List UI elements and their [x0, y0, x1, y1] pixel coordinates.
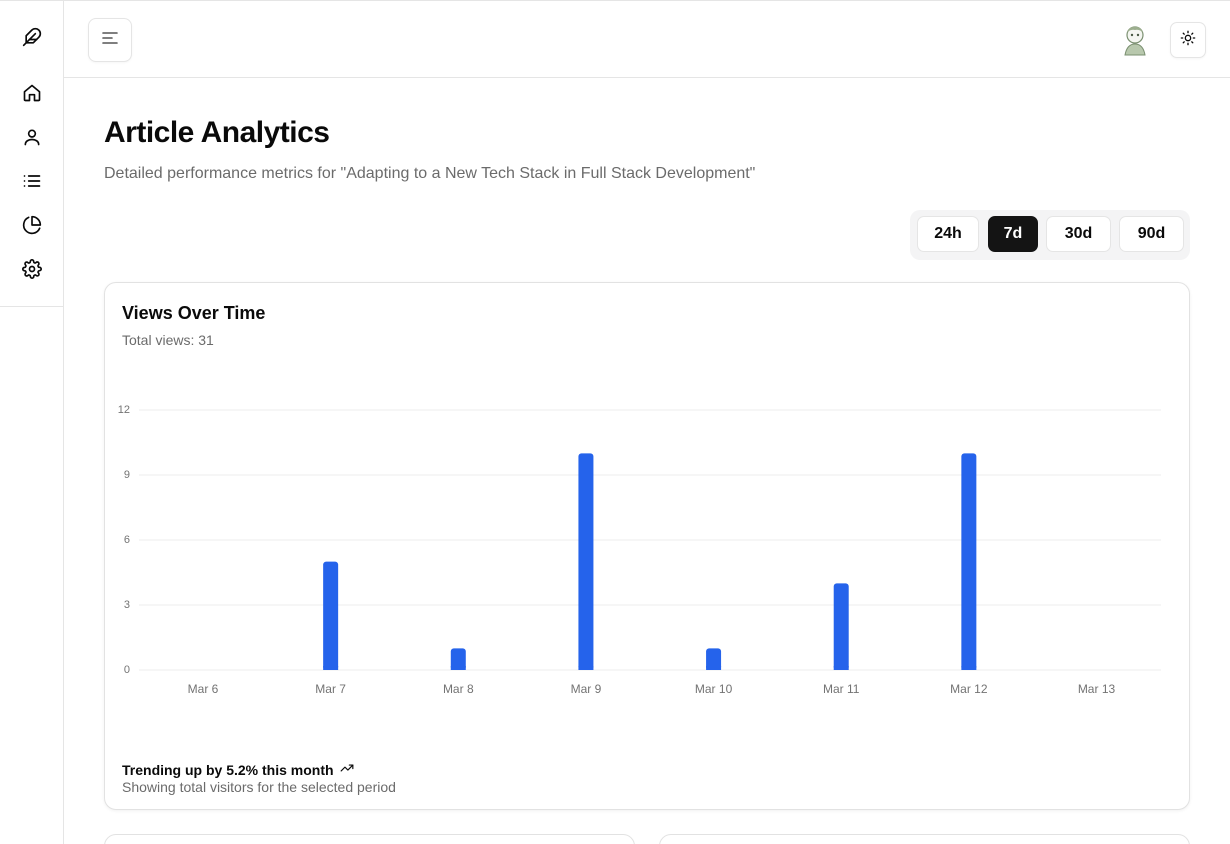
sun-icon [1180, 30, 1196, 51]
x-tick-label: Mar 12 [950, 682, 988, 696]
gear-icon[interactable] [20, 257, 44, 281]
bar-base [706, 666, 722, 670]
x-tick-label: Mar 10 [695, 682, 733, 696]
bar-base [578, 666, 594, 670]
feather-logo-icon[interactable] [20, 25, 44, 49]
secondary-card-left [104, 834, 635, 844]
bar-mar-9[interactable] [578, 453, 594, 670]
views-bar-chart: 0 3 6 9 12 Mar 6 Mar 7 Mar 8 Mar 9 Mar 10 Mar 11 Ma… [118, 404, 1161, 696]
time-range-selector: 24h 7d 30d 90d [910, 210, 1190, 260]
user-icon[interactable] [20, 125, 44, 149]
bar-mar-12[interactable] [961, 453, 977, 670]
page-subtitle: Detailed performance metrics for "Adapti… [104, 165, 756, 182]
trending-up-icon [340, 761, 354, 778]
bar-mar-7[interactable] [323, 561, 339, 670]
sidebar [0, 0, 64, 844]
range-30d-button[interactable]: 30d [1046, 216, 1111, 252]
sidebar-nav [0, 1, 63, 307]
pie-chart-icon[interactable] [20, 213, 44, 237]
avatar[interactable] [1120, 23, 1150, 57]
range-24h-button[interactable]: 24h [917, 216, 979, 252]
list-icon[interactable] [20, 169, 44, 193]
bar-base [323, 666, 339, 670]
y-tick-label: 9 [124, 469, 130, 481]
top-bar [64, 0, 1230, 78]
x-tick-label: Mar 9 [571, 682, 602, 696]
menu-icon [102, 31, 118, 50]
x-tick-label: Mar 6 [188, 682, 219, 696]
home-icon[interactable] [20, 81, 44, 105]
theme-toggle-button[interactable] [1170, 22, 1206, 58]
trend-summary: Trending up by 5.2% this month [122, 761, 354, 778]
y-tick-label: 3 [124, 599, 130, 611]
y-tick-label: 12 [118, 404, 130, 416]
y-tick-label: 6 [124, 534, 130, 546]
bar-base [833, 666, 849, 670]
bar-base [450, 666, 466, 670]
x-tick-label: Mar 11 [823, 682, 860, 696]
views-over-time-card: Views Over Time Total views: 31 0 3 6 9 12 Ma… [104, 282, 1190, 810]
bar-mar-11[interactable] [833, 583, 849, 670]
x-tick-label: Mar 7 [315, 682, 346, 696]
page-title: Article Analytics [104, 116, 330, 149]
footer-description: Showing total visitors for the selected … [122, 779, 396, 795]
x-tick-label: Mar 13 [1078, 682, 1116, 696]
y-tick-label: 0 [124, 664, 130, 676]
secondary-card-right [659, 834, 1190, 844]
menu-toggle-button[interactable] [88, 18, 132, 62]
trend-text: Trending up by 5.2% this month [122, 761, 334, 778]
bar-base [961, 666, 977, 670]
range-90d-button[interactable]: 90d [1119, 216, 1184, 252]
x-tick-label: Mar 8 [443, 682, 474, 696]
range-7d-button[interactable]: 7d [988, 216, 1038, 252]
